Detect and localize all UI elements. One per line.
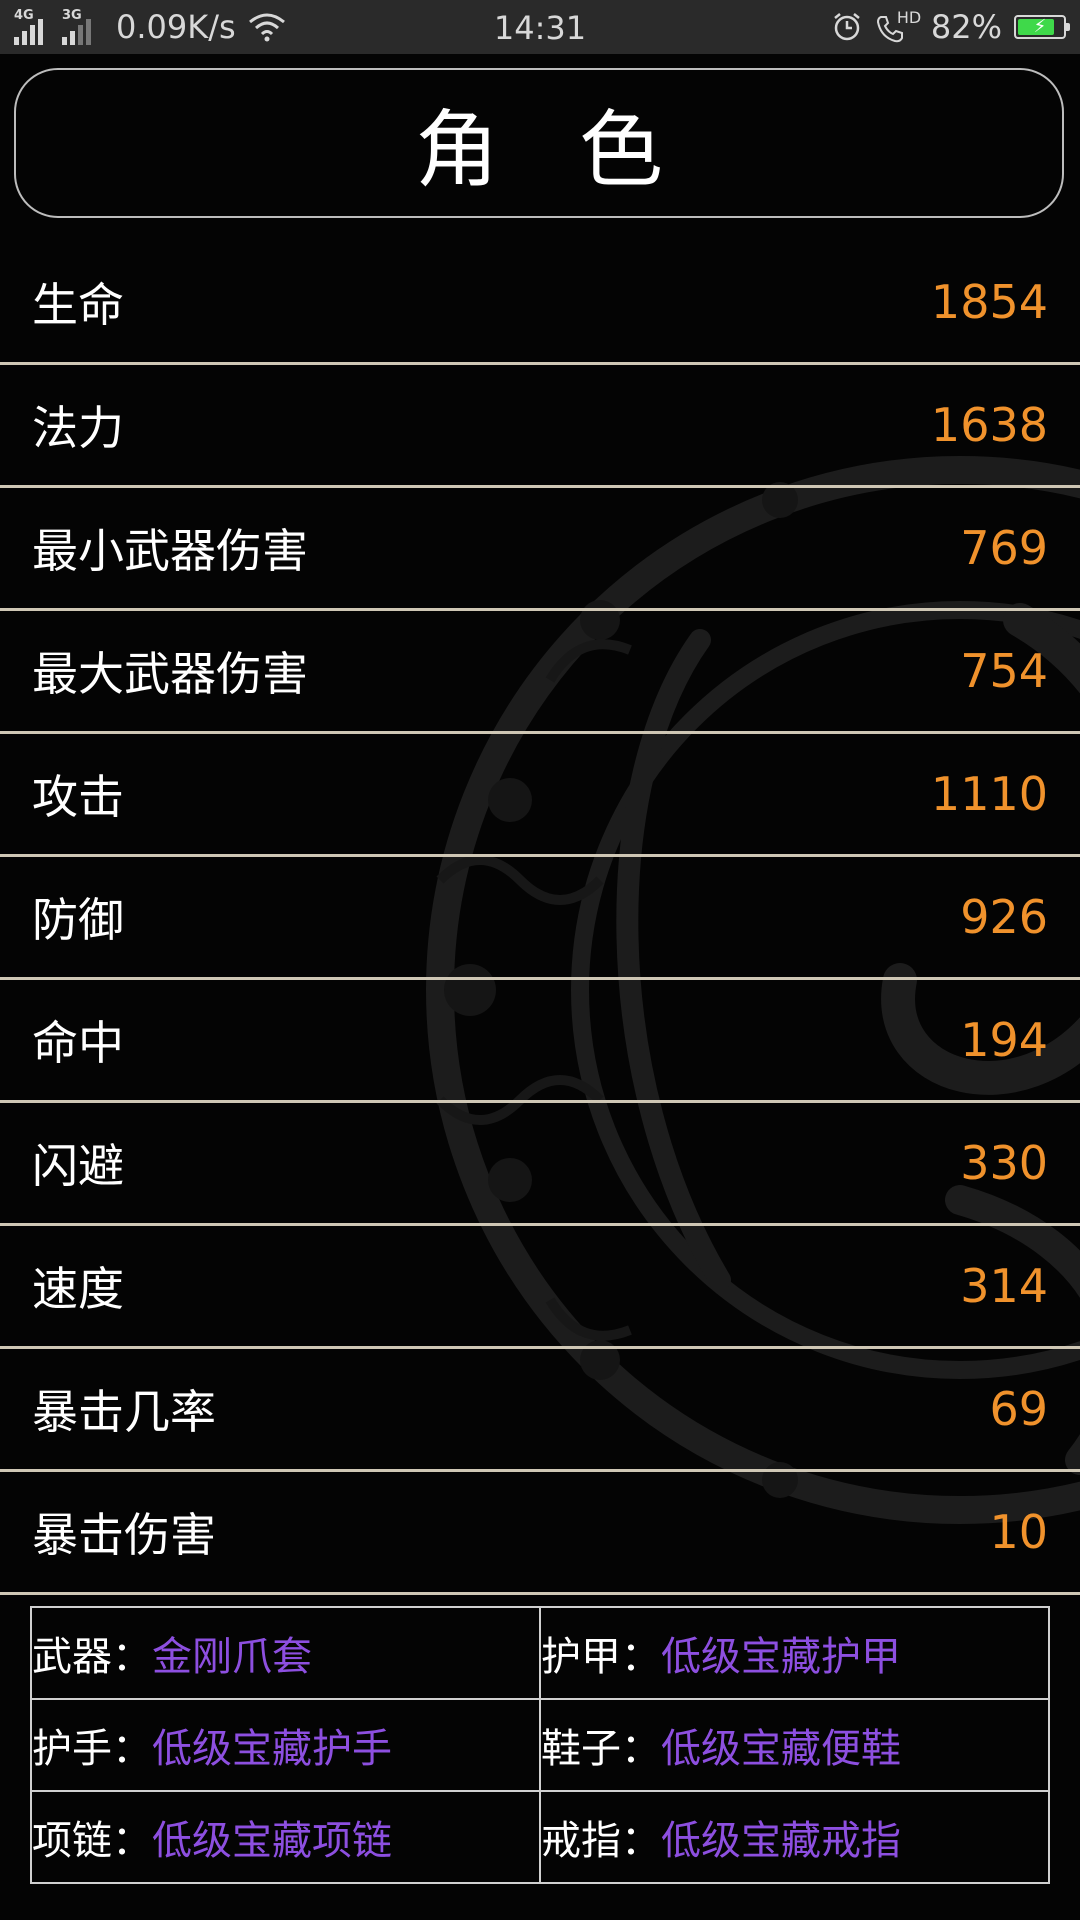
stat-row: 攻击 1110 [0, 734, 1080, 857]
stat-value: 926 [960, 890, 1048, 944]
slot-item-name: 低级宝藏戒指 [661, 1818, 901, 1864]
slot-item-name: 低级宝藏护手 [152, 1726, 392, 1772]
stat-label: 最大武器伤害 [32, 647, 308, 701]
stat-label: 暴击几率 [32, 1385, 216, 1439]
slot-item-name: 低级宝藏便鞋 [661, 1726, 901, 1772]
equipment-row: 护手：低级宝藏护手 鞋子：低级宝藏便鞋 [30, 1698, 1050, 1792]
stat-label: 暴击伤害 [32, 1508, 216, 1562]
hd-call-icon: HD [875, 8, 922, 44]
equipment-row: 武器：金刚爪套 护甲：低级宝藏护甲 [30, 1606, 1050, 1700]
stat-value: 754 [960, 644, 1048, 698]
stat-value: 1638 [930, 398, 1048, 452]
status-bar-right: HD 82% ⚡ [831, 0, 1070, 54]
screen: 4G 3G 0.09K/s 14:31 HD 82% ⚡ 角色 生命 1854 … [0, 0, 1080, 1920]
stat-row: 法力 1638 [0, 365, 1080, 488]
stat-value: 330 [960, 1136, 1048, 1190]
stat-row: 生命 1854 [0, 242, 1080, 365]
battery-percent: 82% [930, 8, 1002, 46]
stat-label: 闪避 [32, 1139, 124, 1193]
slot-label: 项链： [32, 1818, 152, 1864]
stat-row: 防御 926 [0, 857, 1080, 980]
equipment-slot[interactable]: 鞋子：低级宝藏便鞋 [539, 1698, 1050, 1792]
stat-value: 194 [960, 1013, 1048, 1067]
stat-label: 攻击 [32, 770, 124, 824]
equipment-slot[interactable]: 项链：低级宝藏项链 [30, 1790, 541, 1884]
stat-value: 769 [960, 521, 1048, 575]
stats-list: 生命 1854 法力 1638 最小武器伤害 769 最大武器伤害 754 攻击 1110 防御 92… [0, 242, 1080, 1595]
stat-row: 闪避 330 [0, 1103, 1080, 1226]
stat-row: 最大武器伤害 754 [0, 611, 1080, 734]
stat-label: 防御 [32, 893, 124, 947]
stat-row: 暴击几率 69 [0, 1349, 1080, 1472]
equipment-slot[interactable]: 护手：低级宝藏护手 [30, 1698, 541, 1792]
stat-row: 最小武器伤害 769 [0, 488, 1080, 611]
charging-bolt-icon: ⚡ [1033, 16, 1047, 37]
stat-row: 命中 194 [0, 980, 1080, 1103]
slot-item-name: 低级宝藏护甲 [661, 1634, 901, 1680]
stat-row: 速度 314 [0, 1226, 1080, 1349]
stat-value: 69 [989, 1382, 1048, 1436]
slot-label: 护手： [32, 1726, 152, 1772]
stat-value: 1110 [930, 767, 1048, 821]
stat-row: 暴击伤害 10 [0, 1472, 1080, 1595]
slot-label: 武器： [32, 1634, 152, 1680]
battery-icon: ⚡ [1014, 15, 1070, 39]
stat-label: 速度 [32, 1262, 124, 1316]
equipment-slot[interactable]: 武器：金刚爪套 [30, 1606, 541, 1700]
stat-label: 法力 [32, 401, 124, 455]
slot-item-name: 低级宝藏项链 [152, 1818, 392, 1864]
status-bar: 4G 3G 0.09K/s 14:31 HD 82% ⚡ [0, 0, 1080, 54]
stat-label: 生命 [32, 278, 124, 332]
stat-value: 10 [989, 1505, 1048, 1559]
equipment-slot[interactable]: 戒指：低级宝藏戒指 [539, 1790, 1050, 1884]
page-header: 角色 [14, 68, 1064, 218]
alarm-icon [834, 13, 860, 41]
equipment-row: 项链：低级宝藏项链 戒指：低级宝藏戒指 [30, 1790, 1050, 1884]
slot-label: 戒指： [541, 1818, 661, 1864]
stat-value: 1854 [930, 275, 1048, 329]
slot-item-name: 金刚爪套 [152, 1634, 312, 1680]
hd-label: HD [896, 8, 922, 27]
equipment-slot[interactable]: 护甲：低级宝藏护甲 [539, 1606, 1050, 1700]
stat-value: 314 [960, 1259, 1048, 1313]
stat-label: 最小武器伤害 [32, 524, 308, 578]
page-title: 角色 [414, 100, 743, 199]
slot-label: 护甲： [541, 1634, 661, 1680]
stat-label: 命中 [32, 1016, 124, 1070]
slot-label: 鞋子： [541, 1726, 661, 1772]
equipment-grid: 武器：金刚爪套 护甲：低级宝藏护甲 护手：低级宝藏护手 鞋子：低级宝藏便鞋 项链：低级宝… [30, 1606, 1050, 1884]
